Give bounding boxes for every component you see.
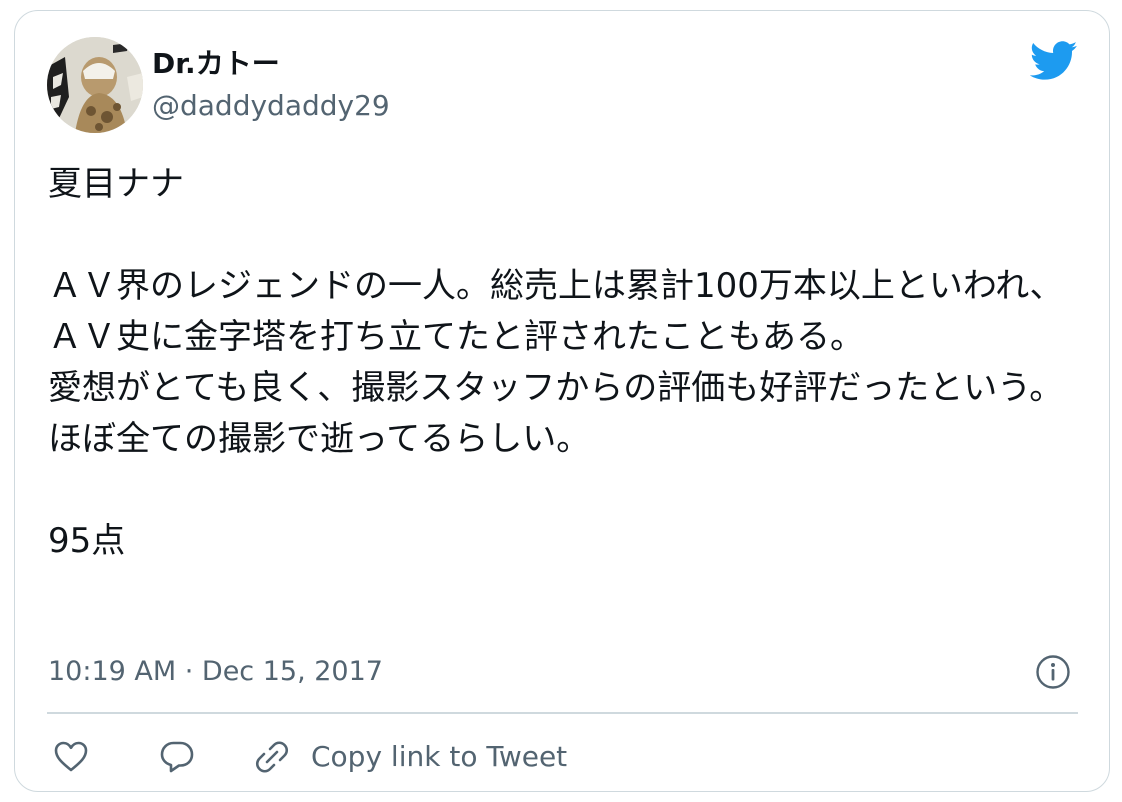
avatar-image	[47, 37, 143, 133]
link-icon[interactable]	[253, 738, 291, 776]
copy-link-button[interactable]: Copy link to Tweet	[311, 740, 567, 774]
reply-bubble-icon[interactable]	[158, 738, 196, 776]
tweet-timestamp[interactable]: 10:19 AM · Dec 15, 2017	[48, 655, 383, 689]
author-handle[interactable]: @daddydaddy29	[152, 89, 390, 123]
avatar[interactable]	[47, 37, 143, 133]
twitter-bird-icon[interactable]	[1029, 41, 1078, 81]
tweet-text: 夏目ナナ ＡＶ界のレジェンドの一人。総売上は累計100万本以上といわれ、ＡＶ史に…	[48, 164, 1064, 561]
divider	[47, 712, 1078, 714]
info-icon[interactable]	[1035, 654, 1071, 690]
tweet-card: Dr.カトー @daddydaddy29 夏目ナナ ＡＶ界のレジェンドの一人。総…	[14, 10, 1110, 792]
heart-icon[interactable]	[52, 738, 90, 776]
author-display-name[interactable]: Dr.カトー	[152, 47, 280, 81]
